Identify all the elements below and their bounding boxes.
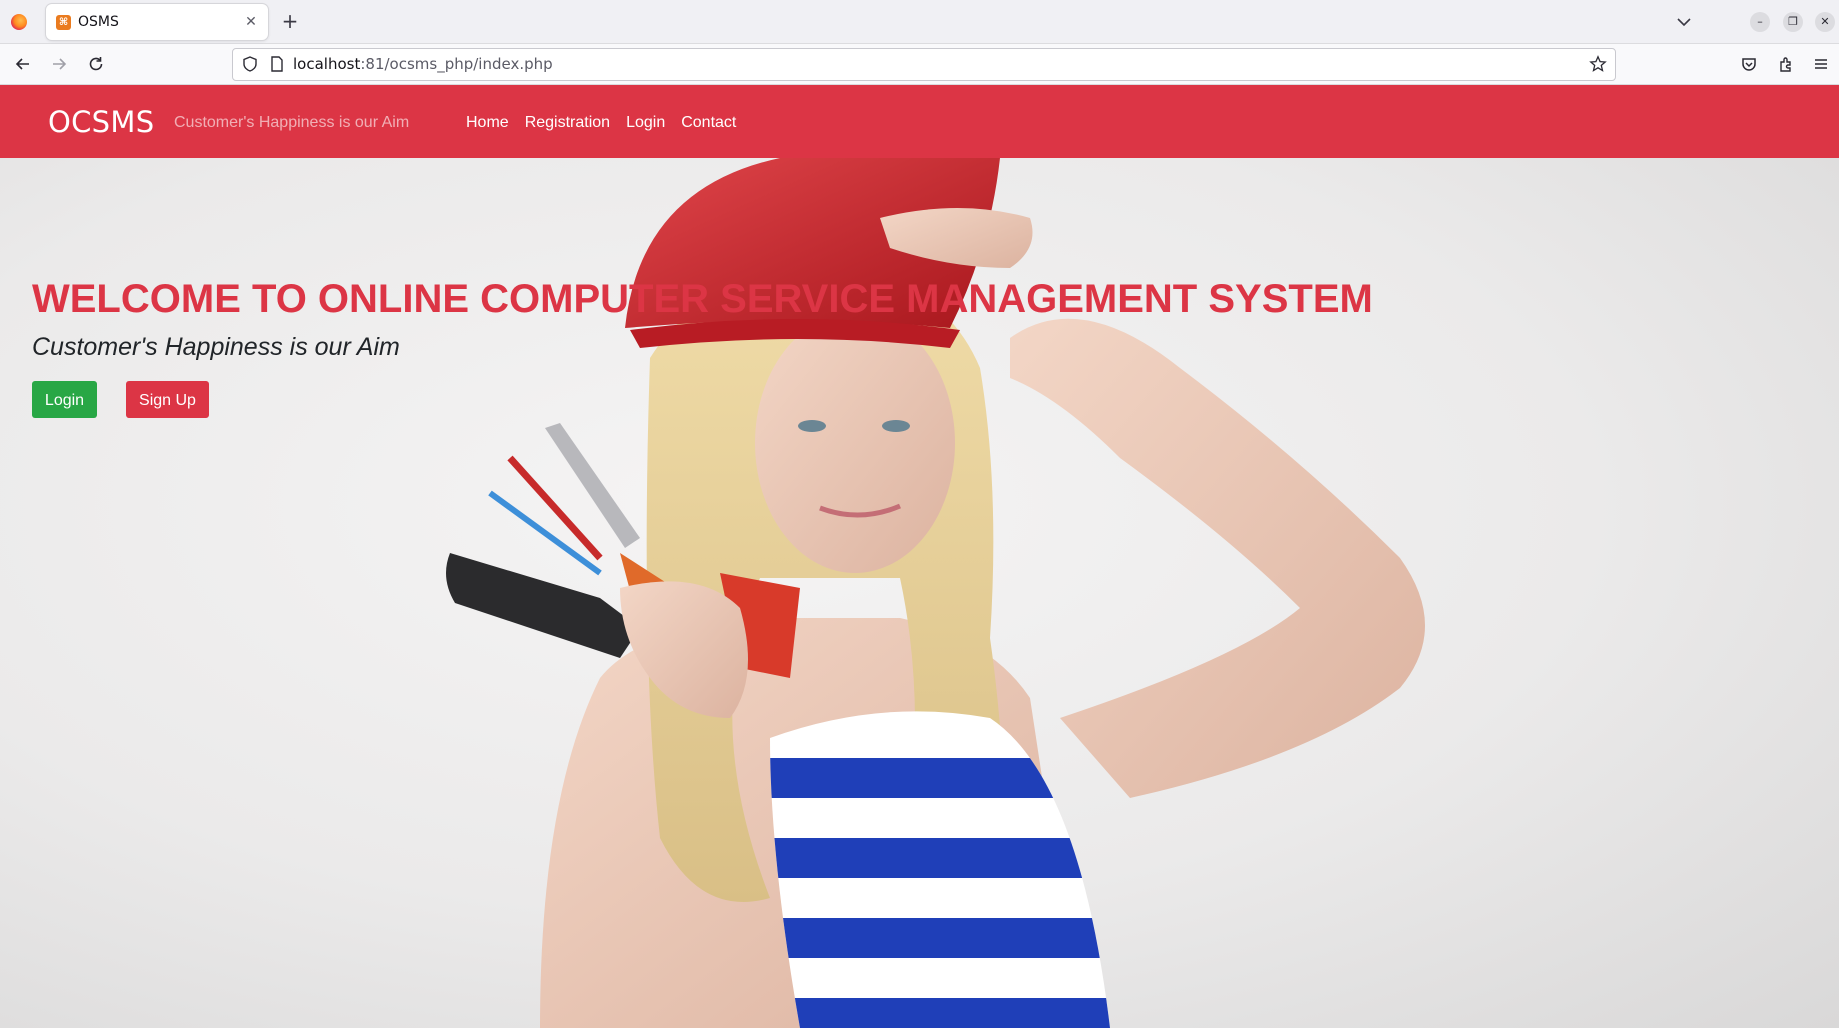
close-icon[interactable]: ✕ bbox=[242, 13, 260, 31]
star-icon[interactable] bbox=[1589, 55, 1607, 73]
site-brand[interactable]: OCSMS bbox=[48, 105, 154, 139]
browser-tab-bar: ⌘ OSMS ✕ + – ❐ ✕ bbox=[0, 0, 1839, 44]
site-header: OCSMS Customer's Happiness is our Aim Ho… bbox=[0, 85, 1839, 158]
plus-icon[interactable]: + bbox=[279, 10, 301, 32]
hero-title: WELCOME TO ONLINE COMPUTER SERVICE MANAG… bbox=[32, 277, 1373, 321]
forward-arrow-icon[interactable] bbox=[50, 55, 68, 73]
restore-icon[interactable]: ❐ bbox=[1783, 12, 1803, 32]
nav-home[interactable]: Home bbox=[466, 113, 509, 132]
site-nav: Home Registration Login Contact bbox=[466, 113, 736, 132]
url-path: :81/ocsms_php/index.php bbox=[360, 55, 553, 73]
tab-title: OSMS bbox=[78, 14, 119, 30]
hero-signup-button[interactable]: Sign Up bbox=[126, 381, 209, 418]
hero-section: WELCOME TO ONLINE COMPUTER SERVICE MANAG… bbox=[0, 158, 1839, 1028]
site-tagline: Customer's Happiness is our Aim bbox=[174, 114, 410, 131]
minimize-icon[interactable]: – bbox=[1750, 12, 1770, 32]
reload-icon[interactable] bbox=[87, 55, 105, 73]
pocket-icon[interactable] bbox=[1740, 55, 1758, 73]
back-arrow-icon[interactable] bbox=[14, 55, 32, 73]
browser-tab[interactable]: ⌘ OSMS ✕ bbox=[46, 4, 268, 40]
firefox-logo bbox=[11, 14, 27, 30]
extensions-icon[interactable] bbox=[1777, 55, 1795, 73]
hero-subtitle: Customer's Happiness is our Aim bbox=[32, 333, 400, 361]
browser-toolbar: localhost:81/ocsms_php/index.php bbox=[0, 44, 1839, 85]
close-window-icon[interactable]: ✕ bbox=[1815, 12, 1835, 32]
menu-icon[interactable] bbox=[1812, 55, 1830, 73]
shield-icon[interactable] bbox=[241, 55, 259, 73]
chevron-down-icon[interactable] bbox=[1675, 13, 1693, 31]
url-bar[interactable]: localhost:81/ocsms_php/index.php bbox=[232, 48, 1616, 81]
nav-registration[interactable]: Registration bbox=[525, 113, 610, 132]
nav-login[interactable]: Login bbox=[626, 113, 665, 132]
tab-favicon: ⌘ bbox=[56, 15, 71, 30]
hero-login-button[interactable]: Login bbox=[32, 381, 97, 418]
url-host: localhost bbox=[293, 55, 361, 73]
nav-contact[interactable]: Contact bbox=[681, 113, 736, 132]
url-text[interactable]: localhost:81/ocsms_php/index.php bbox=[293, 56, 553, 73]
page-icon[interactable] bbox=[269, 55, 285, 73]
